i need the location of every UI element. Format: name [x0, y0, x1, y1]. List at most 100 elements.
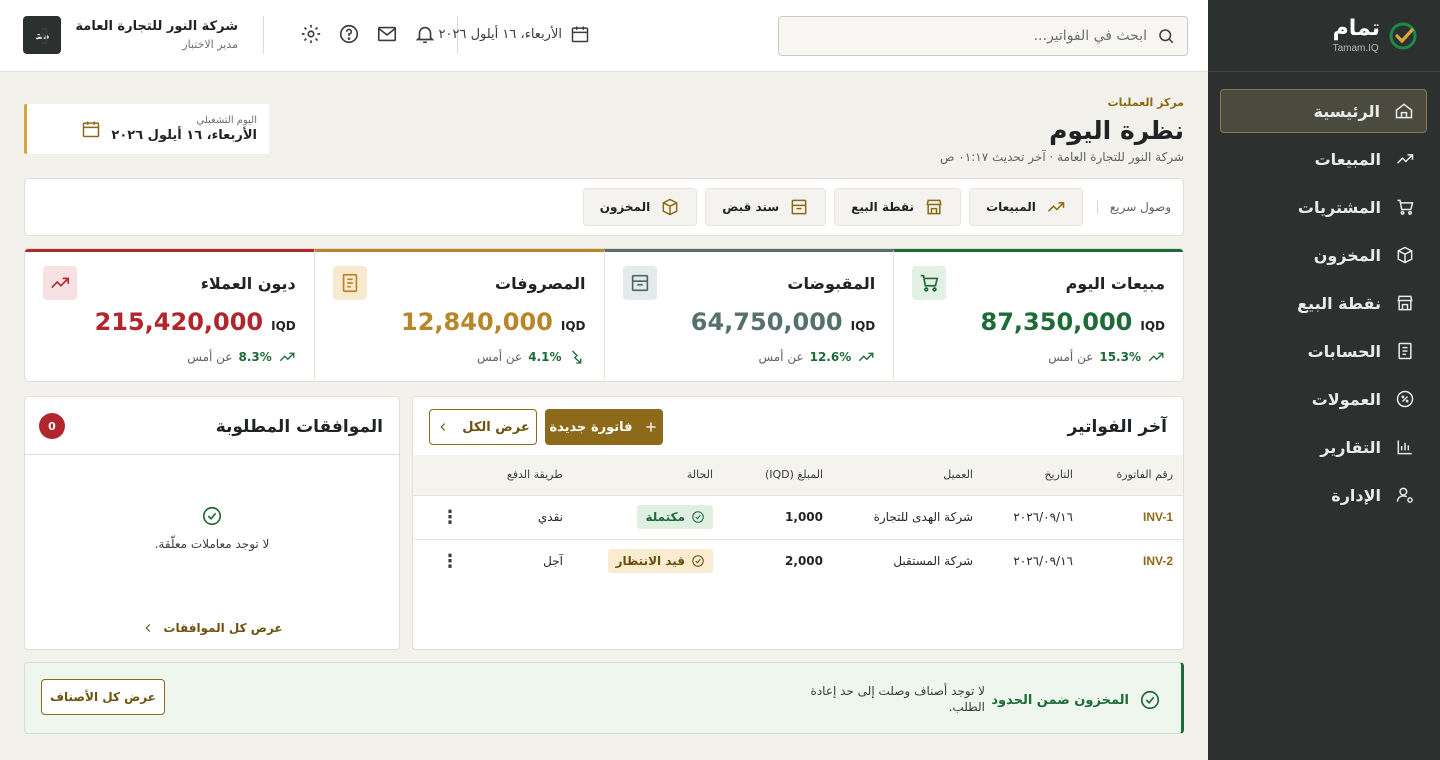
column-header: العميل — [943, 468, 973, 482]
quick-pos-button[interactable]: نقطة البيع — [834, 188, 962, 226]
quick-sales-button[interactable]: المبيعات — [969, 188, 1083, 226]
kpi-card-debts[interactable]: ديون العملاء 215,420,000 IQD 8.3% عن أمس — [25, 249, 314, 381]
trend-up-icon — [51, 277, 70, 289]
trend-up-icon — [279, 352, 295, 362]
page-subtitle: شركة النور للتجارة العامة · آخر تحديث ٠١… — [939, 150, 1184, 164]
quick-receipt-button[interactable]: سند قبض — [705, 188, 827, 226]
stock-status-banner: المخزون ضمن الحدود لا توجد أصناف وصلت إل… — [24, 662, 1184, 734]
content-row: آخر الفواتير فاتورة جديدة عرض الكل رقم ا… — [24, 396, 1184, 650]
header-date-text: الأربعاء، ١٦ أيلول ٢٠٢٦ — [438, 26, 562, 42]
kpi-number: 12,840,000 — [401, 308, 553, 336]
kpi-number: 215,420,000 — [94, 308, 264, 336]
gear-icon — [301, 24, 321, 44]
stock-status-title: المخزون ضمن الحدود — [991, 689, 1161, 711]
invoices-table: رقم الفاتورة التاريخ العميل المبلغ (IQD)… — [413, 455, 1183, 583]
kpi-delta-pct: 12.6% — [809, 350, 852, 364]
logout-button[interactable] — [28, 25, 50, 51]
operational-day-label: اليوم التشغيلي — [196, 115, 257, 126]
user-role: مدير الاختبار — [182, 38, 238, 51]
empty-state-text: لا توجد معاملات معلّقة. — [154, 537, 270, 551]
header-actions — [300, 23, 436, 49]
kpi-title: المقبوضات — [787, 274, 876, 293]
kpi-value: 12,840,000 IQD — [401, 308, 585, 336]
quick-inventory-button[interactable]: المخزون — [582, 188, 698, 226]
sidebar-item-label: الإدارة — [1331, 485, 1381, 505]
kpi-delta-vs: عن أمس — [758, 350, 804, 364]
search-box[interactable] — [778, 16, 1188, 56]
column-header: التاريخ — [1044, 468, 1073, 482]
kpi-delta-vs: عن أمس — [187, 350, 233, 364]
help-button[interactable] — [338, 23, 360, 49]
kpi-card-receipts[interactable]: المقبوضات 64,750,000 IQD 12.6% عن أمس — [603, 249, 894, 381]
status-badge: قيد الانتظار — [607, 549, 713, 574]
brand-sub: Tamam.IQ — [1332, 42, 1379, 54]
messages-button[interactable] — [376, 23, 398, 49]
check-circle-icon — [202, 506, 222, 526]
kpi-currency: IQD — [1140, 319, 1165, 333]
kpi-currency: IQD — [850, 319, 876, 333]
search-icon — [1159, 29, 1174, 44]
trend-down-icon — [571, 350, 581, 364]
top-header: الأربعاء، ١٦ أيلول ٢٠٢٦ شركة النور للتجا… — [0, 0, 1208, 72]
kpi-delta: 8.3% عن أمس — [187, 348, 295, 366]
search-input[interactable] — [791, 28, 1147, 44]
recent-invoices-panel: آخر الفواتير فاتورة جديدة عرض الكل رقم ا… — [412, 396, 1184, 650]
sidebar-item-label: الحسابات — [1307, 341, 1381, 361]
kpi-card-expenses[interactable]: المصروفات 12,840,000 IQD 4.1% عن أمس — [313, 249, 604, 381]
sidebar-item-admin[interactable]: الإدارة — [1220, 473, 1427, 517]
store-icon — [1397, 295, 1413, 311]
page-title: نظرة اليوم — [1049, 116, 1184, 145]
invoice-status-cell: قيد الانتظار — [573, 539, 723, 583]
kpi-currency: IQD — [271, 319, 296, 333]
approvals-count-badge: 0 — [39, 413, 65, 439]
sidebar-item-commissions[interactable]: العمولات — [1220, 377, 1427, 421]
view-all-items-button[interactable]: عرض كل الأصناف — [41, 679, 165, 715]
row-more-button[interactable]: ⋮ — [413, 495, 469, 539]
sidebar-item-accounts[interactable]: الحسابات — [1220, 329, 1427, 373]
brand[interactable]: تمام Tamam.IQ — [1208, 0, 1440, 72]
invoice-payment-method: آجل — [543, 554, 563, 569]
check-circle-icon — [692, 511, 704, 523]
trend-up-icon — [1047, 202, 1065, 212]
kpi-delta-pct: 4.1% — [528, 350, 562, 364]
view-all-approvals-link[interactable]: عرض كل الموافقات — [25, 621, 399, 635]
kpi-value: 215,420,000 IQD — [95, 308, 296, 336]
sidebar-item-home[interactable]: الرئيسية — [1220, 89, 1427, 133]
invoice-amount: 1,000 — [785, 510, 823, 524]
percent-icon — [1396, 390, 1414, 408]
kpi-row: مبيعات اليوم 87,350,000 IQD 15.3% عن أمس … — [24, 248, 1184, 382]
invoice-amount: 2,000 — [785, 554, 823, 569]
sidebar-item-inventory[interactable]: المخزون — [1220, 233, 1427, 277]
table-row[interactable]: INV-1 ٢٠٢٦/٠٩/١٦ شركة الهدى للتجارة 1,00… — [413, 495, 1183, 539]
sidebar-item-reports[interactable]: التقارير — [1220, 425, 1427, 469]
sidebar-item-purchases[interactable]: المشتريات — [1220, 185, 1427, 229]
page-header: مركز العمليات نظرة اليوم شركة النور للتج… — [24, 72, 1184, 178]
invoice-id-link[interactable]: INV-1 — [1083, 495, 1183, 539]
bar-chart-icon — [1397, 440, 1412, 455]
calendar-icon — [83, 121, 100, 138]
quick-button-label: سند قبض — [722, 200, 780, 214]
sidebar-item-sales[interactable]: المبيعات — [1220, 137, 1427, 181]
column-header-actions — [413, 455, 469, 495]
table-row[interactable]: INV-2 ٢٠٢٦/٠٩/١٦ شركة المستقبل 2,000 قيد… — [413, 539, 1183, 583]
invoice-client: شركة المستقبل — [893, 554, 973, 569]
new-invoice-button[interactable]: فاتورة جديدة — [545, 409, 663, 445]
kpi-delta: 4.1% عن أمس — [477, 348, 585, 366]
cart-icon — [921, 274, 939, 292]
sidebar-item-pos[interactable]: نقطة البيع — [1220, 281, 1427, 325]
clock-check-icon — [692, 555, 704, 568]
help-icon — [339, 24, 359, 44]
column-header: المبلغ (IQD) — [764, 468, 823, 482]
row-more-button[interactable]: ⋮ — [413, 539, 469, 583]
view-all-invoices-button[interactable]: عرض الكل — [429, 409, 537, 445]
kpi-card-sales[interactable]: مبيعات اليوم 87,350,000 IQD 15.3% عن أمس — [893, 249, 1183, 381]
notifications-button[interactable] — [414, 23, 436, 49]
settings-button[interactable] — [300, 23, 322, 49]
logout-icon — [37, 27, 48, 45]
invoice-id-link[interactable]: INV-2 — [1083, 539, 1183, 583]
check-circle-icon — [1140, 690, 1160, 710]
quick-access-bar: وصول سريع المبيعات نقطة البيع سند قبض ال… — [24, 178, 1184, 236]
user-menu[interactable]: شركة النور للتجارة العامة مدير الاختبار … — [23, 16, 238, 54]
quick-button-label: نقطة البيع — [851, 200, 915, 214]
kpi-icon — [332, 266, 367, 300]
